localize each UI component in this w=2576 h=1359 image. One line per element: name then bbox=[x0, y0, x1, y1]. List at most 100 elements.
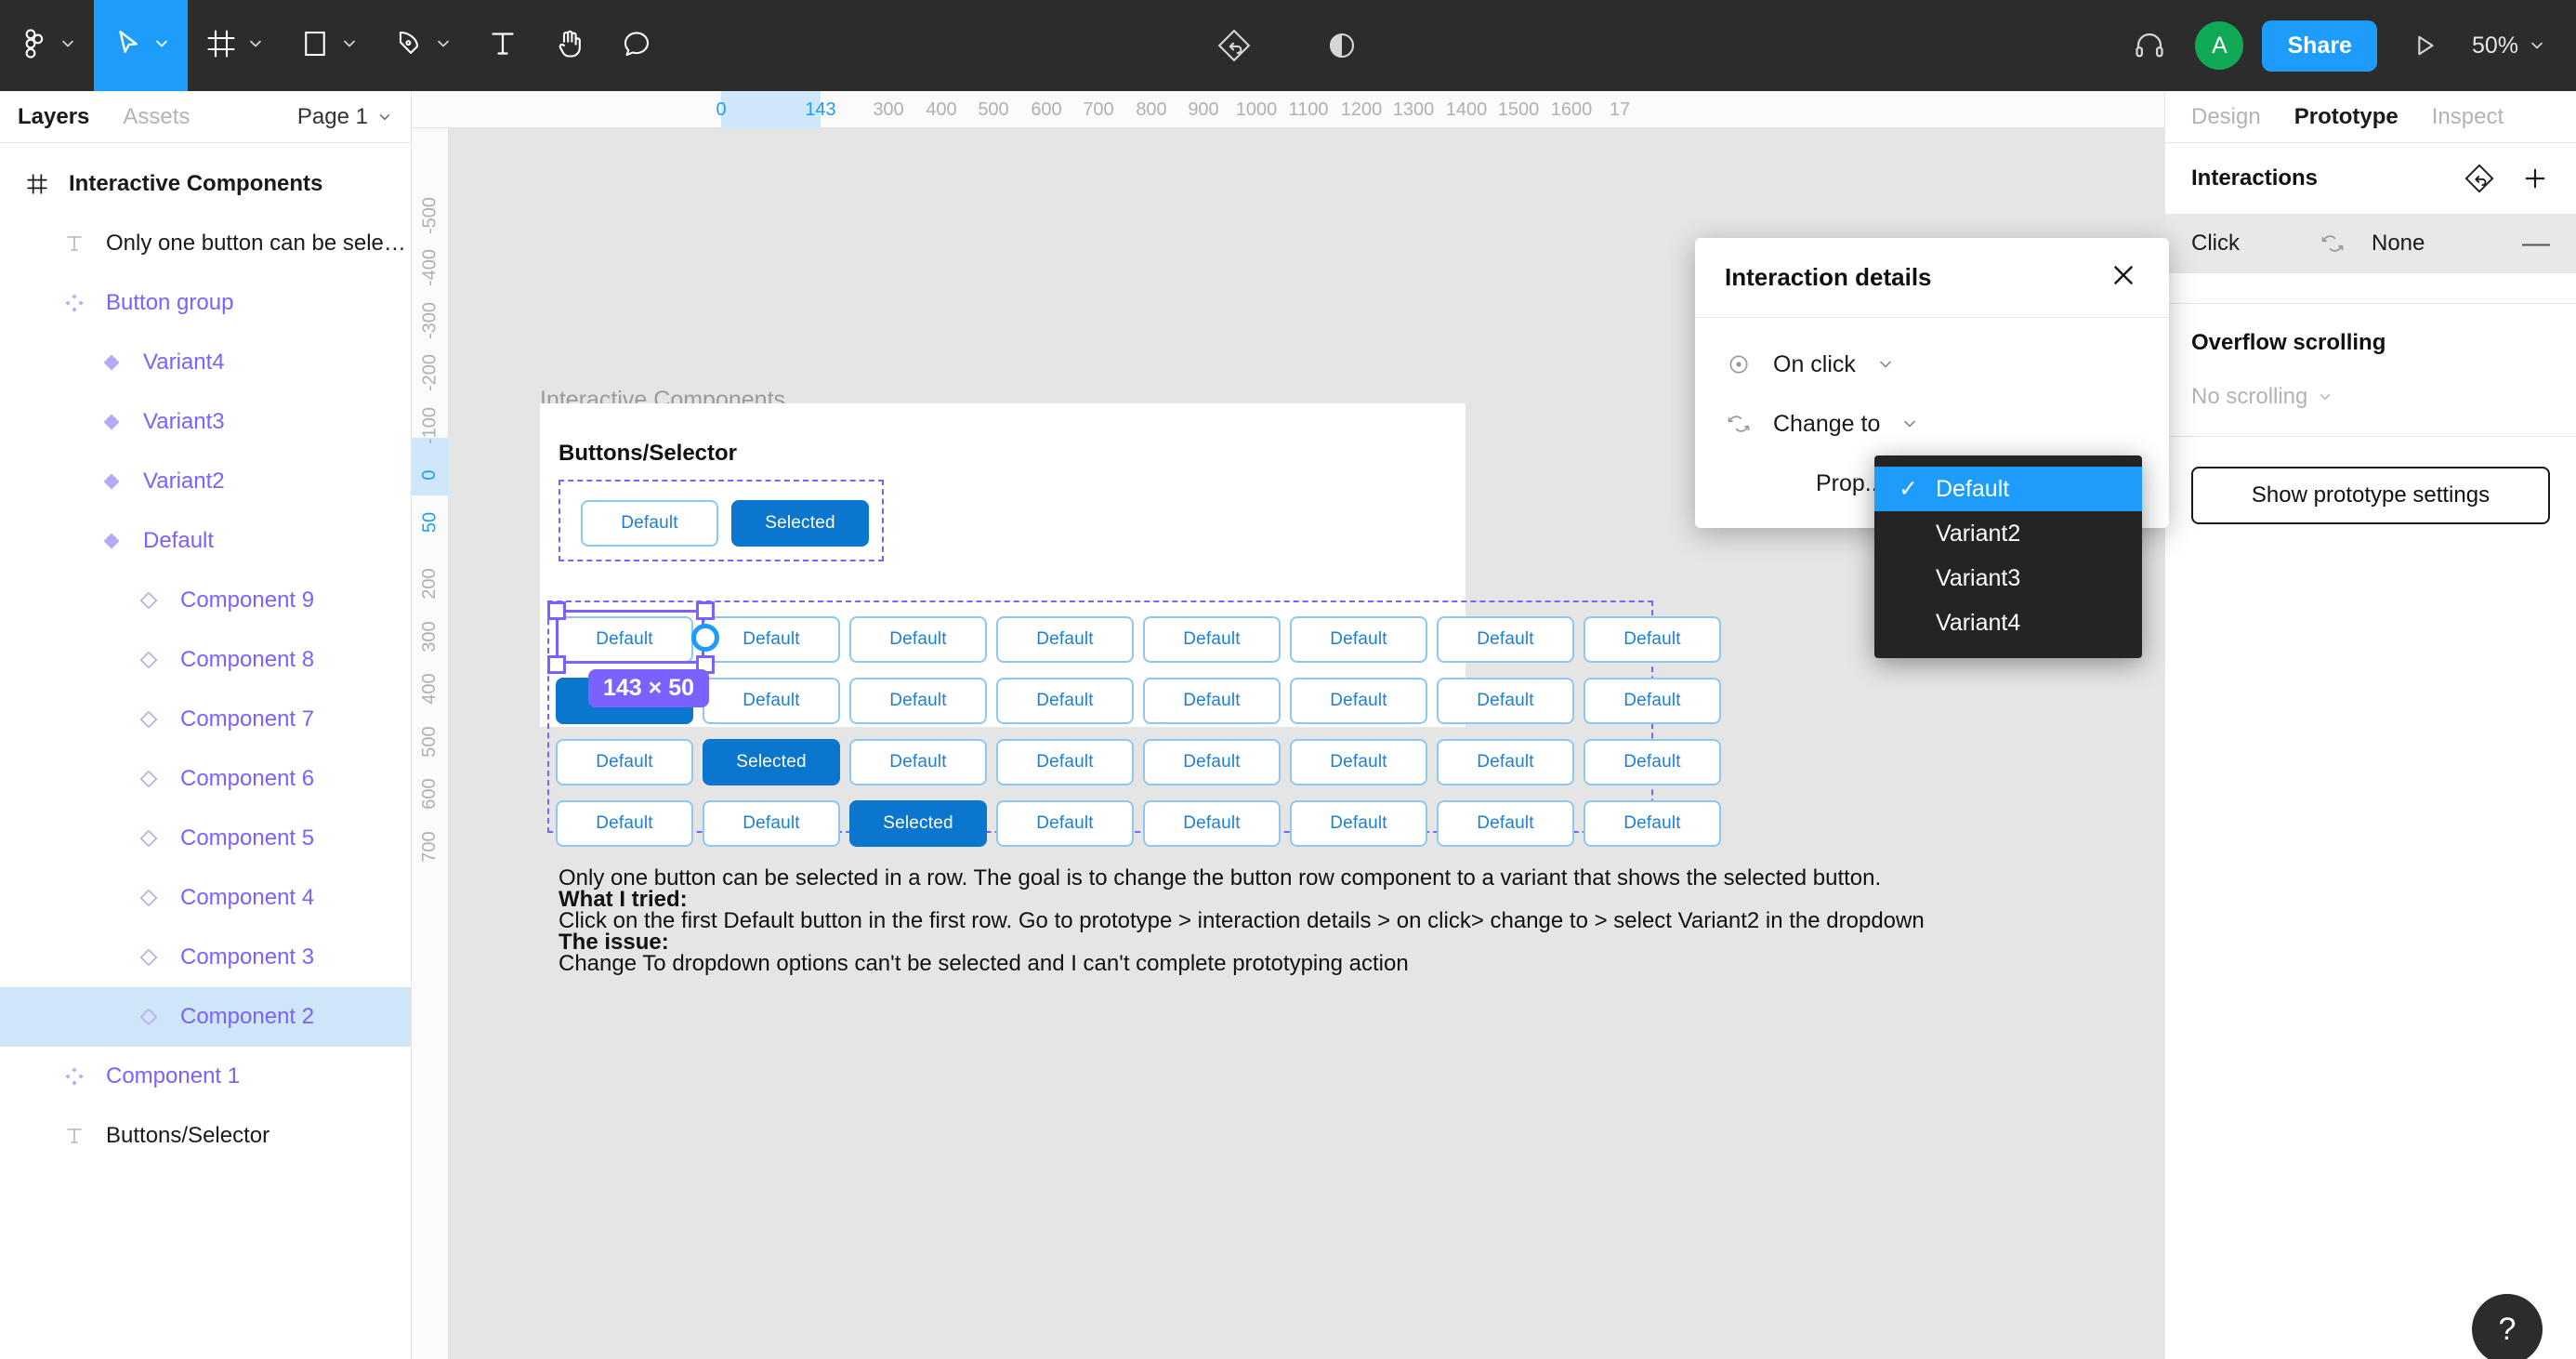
grid-button[interactable]: Default bbox=[703, 616, 840, 663]
grid-button[interactable]: Default bbox=[1584, 739, 1721, 785]
grid-button[interactable]: Default bbox=[1437, 800, 1574, 847]
grid-button[interactable]: Default bbox=[1437, 739, 1574, 785]
dialog-trigger-row[interactable]: On click bbox=[1695, 335, 2169, 394]
grid-button[interactable]: Default bbox=[1290, 616, 1427, 663]
grid-button[interactable]: Default bbox=[703, 678, 840, 724]
layer-row[interactable]: Buttons/Selector bbox=[0, 1106, 411, 1166]
dialog-action-row[interactable]: Change to bbox=[1695, 394, 2169, 454]
layer-row[interactable]: Component 8 bbox=[0, 630, 411, 690]
grid-button[interactable]: Default bbox=[1143, 739, 1281, 785]
grid-button[interactable]: Default bbox=[849, 678, 987, 724]
layer-row[interactable]: Component 4 bbox=[0, 868, 411, 928]
share-button[interactable]: Share bbox=[2262, 20, 2377, 72]
grid-button[interactable]: Default bbox=[1584, 616, 1721, 663]
layer-row[interactable]: Variant3 bbox=[0, 392, 411, 452]
grid-button[interactable]: Default bbox=[1584, 800, 1721, 847]
tab-inspect[interactable]: Inspect bbox=[2432, 104, 2504, 130]
preview-button-default[interactable]: Default bbox=[581, 500, 718, 547]
grid-button[interactable]: Default bbox=[849, 739, 987, 785]
frame-heading: Buttons/Selector bbox=[559, 441, 738, 466]
grid-button[interactable]: Default bbox=[1290, 800, 1427, 847]
prototype-connector-knob[interactable] bbox=[691, 624, 719, 652]
grid-button[interactable]: Default bbox=[1290, 739, 1427, 785]
dropdown-option[interactable]: Variant4 bbox=[1874, 600, 2142, 645]
layer-row[interactable]: Button group bbox=[0, 273, 411, 333]
chevron-down-icon[interactable] bbox=[434, 34, 453, 57]
contrast-icon[interactable] bbox=[1315, 19, 1369, 73]
grid-button[interactable]: Default bbox=[1143, 616, 1281, 663]
selection-handle-tr[interactable] bbox=[696, 601, 715, 620]
tab-prototype[interactable]: Prototype bbox=[2294, 104, 2399, 130]
layer-row[interactable]: Component 1 bbox=[0, 1047, 411, 1106]
plus-icon[interactable] bbox=[2520, 164, 2550, 193]
grid-button[interactable]: Default bbox=[1143, 800, 1281, 847]
grid-button[interactable]: Default bbox=[996, 616, 1134, 663]
grid-button[interactable]: Selected bbox=[849, 800, 987, 847]
close-icon[interactable] bbox=[2108, 259, 2139, 296]
grid-button[interactable]: Default bbox=[1437, 678, 1574, 724]
grid-button[interactable]: Default bbox=[996, 800, 1134, 847]
preview-button-selected[interactable]: Selected bbox=[731, 500, 869, 547]
layer-row[interactable]: Default bbox=[0, 511, 411, 571]
page-selector[interactable]: Page 1 bbox=[297, 104, 393, 130]
chevron-down-icon[interactable] bbox=[246, 34, 265, 57]
grid-button[interactable]: Default bbox=[1584, 678, 1721, 724]
layer-row[interactable]: Variant2 bbox=[0, 452, 411, 511]
play-icon[interactable] bbox=[2398, 19, 2451, 73]
figma-menu-icon[interactable] bbox=[0, 0, 94, 91]
grid-button[interactable]: Default bbox=[996, 739, 1134, 785]
show-prototype-settings-button[interactable]: Show prototype settings bbox=[2191, 467, 2550, 524]
grid-button[interactable]: Default bbox=[849, 616, 987, 663]
move-tool[interactable] bbox=[94, 0, 188, 91]
layer-row[interactable]: Only one button can be select... bbox=[0, 214, 411, 273]
grid-button[interactable]: Default bbox=[1143, 678, 1281, 724]
layer-row[interactable]: Component 3 bbox=[0, 928, 411, 987]
tab-design[interactable]: Design bbox=[2191, 104, 2261, 130]
vertical-ruler[interactable]: -500 -400 -300 -200 -100 0 50 200 300 400 500 600 70… bbox=[412, 128, 449, 1359]
layer-label: Variant3 bbox=[143, 409, 225, 434]
help-button[interactable]: ? bbox=[2472, 1294, 2543, 1359]
selection-handle-tl[interactable] bbox=[547, 601, 566, 620]
layer-row[interactable]: Component 7 bbox=[0, 690, 411, 749]
zoom-selector[interactable]: 50% bbox=[2472, 33, 2552, 59]
layer-row[interactable]: Component 2 bbox=[0, 987, 411, 1047]
dropdown-option[interactable]: Variant3 bbox=[1874, 556, 2142, 600]
shape-tool[interactable] bbox=[282, 0, 375, 91]
dropdown-option[interactable]: Variant2 bbox=[1874, 511, 2142, 556]
text-icon bbox=[56, 1125, 93, 1147]
chevron-down-icon[interactable] bbox=[59, 34, 77, 57]
tab-layers[interactable]: Layers bbox=[18, 104, 89, 130]
avatar[interactable]: A bbox=[2195, 21, 2244, 70]
chevron-down-icon[interactable] bbox=[152, 34, 171, 57]
grid-button[interactable]: Default bbox=[996, 678, 1134, 724]
minus-icon[interactable]: — bbox=[2522, 228, 2550, 259]
layer-row[interactable]: Component 9 bbox=[0, 571, 411, 630]
comment-tool[interactable] bbox=[603, 0, 670, 91]
layer-row[interactable]: Interactive Components bbox=[0, 154, 411, 214]
grid-button[interactable]: Default bbox=[556, 739, 693, 785]
reset-instance-icon[interactable] bbox=[1207, 19, 1261, 73]
dropdown-option[interactable]: ✓ Default bbox=[1874, 467, 2142, 511]
chevron-down-icon[interactable] bbox=[340, 34, 359, 57]
grid-button[interactable]: Selected bbox=[703, 739, 840, 785]
grid-button[interactable]: Default bbox=[1290, 678, 1427, 724]
hand-tool[interactable] bbox=[536, 0, 603, 91]
variant-dropdown-menu[interactable]: ✓ Default Variant2 Variant3 Variant4 bbox=[1874, 455, 2142, 658]
horizontal-ruler[interactable]: 0 143 300 400 500 600 700 800 900 1000 1100 1200 130… bbox=[412, 91, 2164, 128]
selection-handle-bl[interactable] bbox=[547, 655, 566, 674]
pen-tool[interactable] bbox=[375, 0, 469, 91]
text-tool[interactable] bbox=[469, 0, 536, 91]
tab-assets[interactable]: Assets bbox=[123, 104, 190, 130]
grid-button[interactable]: Default bbox=[556, 800, 693, 847]
layer-row[interactable]: Component 5 bbox=[0, 809, 411, 868]
grid-button[interactable]: Default bbox=[1437, 616, 1574, 663]
interaction-row[interactable]: Click None — bbox=[2165, 214, 2576, 273]
headphones-icon[interactable] bbox=[2123, 19, 2176, 73]
reset-instance-icon[interactable] bbox=[2464, 164, 2494, 193]
frame-tool[interactable] bbox=[188, 0, 282, 91]
ruler-tick-h: 1600 bbox=[1550, 99, 1593, 120]
layer-row[interactable]: Component 6 bbox=[0, 749, 411, 809]
grid-button[interactable]: Default bbox=[703, 800, 840, 847]
layer-row[interactable]: Variant4 bbox=[0, 333, 411, 392]
overflow-selector[interactable]: No scrolling bbox=[2191, 384, 2550, 410]
